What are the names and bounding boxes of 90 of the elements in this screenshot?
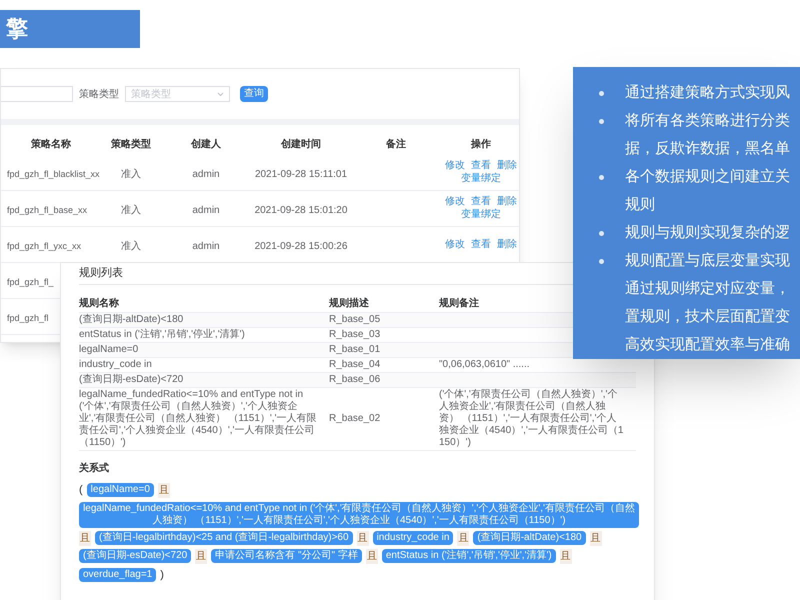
bullet-text: 通过搭建策略方式实现风 [625,83,790,103]
table-cell: R_base_02 [329,413,380,424]
joiner-text: 且 [560,548,572,564]
column-header: 规则描述 [329,298,369,309]
table-cell: fpd_gzh_fl [7,312,49,322]
condition-chip[interactable]: (查询日期-altDate)<180 [473,531,586,545]
table-cell: 2021-09-28 15:01:20 [254,204,348,216]
action-link[interactable]: 删除 [497,240,517,250]
action-link[interactable]: 查看 [471,197,491,207]
bullet-icon [599,174,604,180]
condition-chip[interactable]: 申请公司名称含有 "分公司" 字样 [211,549,362,563]
bullet-icon [599,90,604,96]
joiner-text: 且 [457,530,470,546]
action-link[interactable]: 删除 [497,161,517,171]
table-cell: legalName=0 [79,344,138,355]
joiner-text: 且 [195,548,208,564]
condition-chip[interactable]: (查询日期-esDate)<720 [79,549,192,563]
joiner-text: 且 [356,530,369,546]
chevron-down-icon [217,92,224,96]
action-link[interactable]: 查看 [471,161,491,171]
table-cell: 2021-09-28 15:00:26 [254,240,348,252]
condition-chip[interactable]: industry_code in [372,531,454,545]
table-cell: fpd_gzh_fl_blacklist_xx [7,168,100,178]
table-cell: R_base_06 [329,374,380,385]
table-cell: R_base_04 [329,359,380,370]
column-header: 策略类型 [111,138,151,150]
bullet-text: 规则配置与底层变量实现 [625,251,790,271]
panel-title: 规则列表 [79,266,123,282]
table-cell: R_base_03 [329,329,380,340]
bullet-text: 置规则，技术层面配置变 [625,307,790,327]
table-cell: legalName_fundedRatio<=10% and entType not in ('个体','有限责任公司（自然人独资）','个人独资企业','有限责任公司（自然人独资） （1151）','一人有限责任公司','个人独资企业（4540）','一人有限责任公司（1150）') [79,389,316,448]
condition-chip[interactable]: overdue_flag=1 [79,568,156,582]
table-cell: (查询日期-altDate)<180 [79,314,184,325]
bullet-text: 将所有各类策略进行分类 [625,111,790,131]
bullet-text: 高效实现配置效率与准确 [625,335,790,355]
table-cell: 准入 [121,168,141,180]
column-header: 规则名称 [79,298,119,309]
column-header: 策略名称 [31,138,71,150]
condition-chip[interactable]: (查询日-legalbirthday)<25 and (查询日-legalbirthday)>60 [95,531,353,545]
condition-chip[interactable]: entStatus in ('注销','吊销','停业','清算') [382,549,556,563]
column-header: 创建时间 [281,138,321,150]
type-label: 策略类型 [79,88,119,102]
column-header: 操作 [471,138,491,150]
bullet-text: 各个数据规则之间建立关 [625,167,790,187]
title-banner: 擎 [0,10,140,48]
name-input[interactable] [1,86,73,102]
action-link[interactable]: 修改 [445,161,465,171]
action-link[interactable]: 查看 [471,240,491,250]
bullet-icon [599,230,604,236]
condition-chip[interactable]: legalName_fundedRatio<=10% and entType not in ('个体','有限责任公司（自然人独资）','个人独资企业','有限责任公司（自然人独资） （1151）','一人有限责任公司','个人独资企业（4540）','一人有限责任公司（1150）') [79,502,639,528]
search-button[interactable]: 查询 [240,86,268,102]
table-cell: (查询日期-esDate)<720 [79,374,184,385]
table-cell: fpd_gzh_fl_yxc_xx [7,240,82,250]
table-cell: 准入 [121,240,141,252]
joiner-text: 且 [366,548,378,564]
action-link[interactable]: 删除 [497,197,517,207]
table-cell: "0,06,063,0610" ...... [439,359,530,370]
column-header: 备注 [386,138,406,150]
table-cell: R_base_01 [329,344,380,355]
joiner-text: 且 [158,482,170,498]
bullet-text: 规则 [625,195,656,215]
table-cell: 准入 [121,204,141,216]
bracket-text: ( [79,483,83,498]
column-header: 创建人 [191,138,221,150]
action-link[interactable]: 修改 [445,240,465,250]
table-cell: admin [192,204,220,216]
table-cell: fpd_gzh_fl_ [7,276,54,286]
joiner-text: 且 [79,530,91,546]
bracket-text: ) [160,568,164,582]
table-cell: ('个体','有限责任公司（自然人独资）','个人独资企业','有限责任公司（自然人独资） （1151）','一人有限责任公司','个人独资企业（4540）','一人有限责任公司（1150）') [439,389,624,448]
bullet-text: 通过规则绑定对应变量， [625,279,790,299]
table-cell: R_base_05 [329,314,380,325]
table-cell: fpd_gzh_fl_base_xx [7,204,88,214]
table-cell: entStatus in ('注销','吊销','停业','清算') [79,329,245,340]
bullet-icon [599,118,604,124]
action-link[interactable]: 修改 [445,197,465,207]
joiner-text: 且 [590,530,602,546]
table-cell: admin [192,240,220,252]
table-cell: 2021-09-28 15:11:01 [254,168,348,180]
bullet-text: 据，反欺诈数据，黑名单 [625,139,790,159]
section-title: 关系式 [79,463,109,474]
type-select[interactable]: 策略类型 [125,86,230,102]
table-cell: admin [192,168,220,180]
bullet-icon [599,258,604,264]
condition-chip[interactable]: legalName=0 [86,483,154,498]
table-cell: industry_code in [79,359,152,370]
action-link[interactable]: 变量绑定 [461,210,501,220]
action-link[interactable]: 变量绑定 [461,174,501,184]
bullet-text: 规则与规则实现复杂的逻 [625,223,790,243]
column-header: 规则备注 [439,298,479,309]
